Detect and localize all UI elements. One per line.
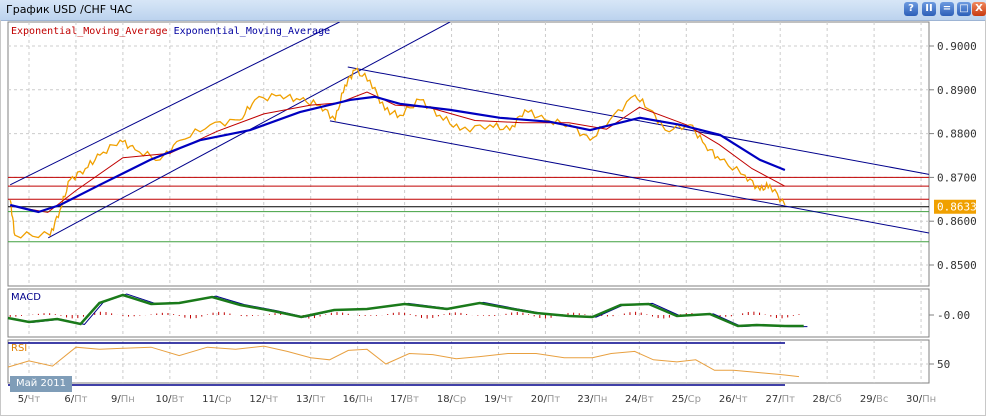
main-panel <box>7 21 930 287</box>
y-tick-label: 0.8500 <box>937 259 977 272</box>
date-label: 25/Ср <box>672 394 701 405</box>
date-label: 27/Пт <box>765 394 795 405</box>
rsi-label: RSI <box>11 343 27 354</box>
date-label: 26/Чт <box>719 394 748 405</box>
current-price-label: 0.8633 <box>937 201 977 214</box>
rsi-tick-label: 50 <box>937 358 950 371</box>
y-tick-label: 0.8600 <box>937 215 977 228</box>
date-label: 5/Чт <box>18 394 41 405</box>
legend: Exponential_Moving_Average Exponential_M… <box>11 26 330 37</box>
month-label: Май 2011 <box>10 376 72 392</box>
date-label: 9/Пн <box>111 394 135 405</box>
date-label: 30/Пн <box>906 394 936 405</box>
legend-ema-blue: Exponential_Moving_Average <box>173 26 331 37</box>
date-label: 29/Вс <box>860 394 888 405</box>
date-label: 10/Вт <box>155 394 184 405</box>
macd-label: MACD <box>11 292 41 303</box>
date-label: 13/Пт <box>296 394 326 405</box>
y-tick-label: 0.8900 <box>937 84 977 97</box>
date-label: 12/Чт <box>249 394 278 405</box>
date-label: 16/Пн <box>343 394 373 405</box>
date-label: 28/Сб <box>813 394 842 405</box>
macd-panel <box>7 288 930 338</box>
date-label: 23/Пн <box>577 394 607 405</box>
date-label: 6/Пт <box>64 394 87 405</box>
chart-canvas[interactable]: 5/Чт 6/Пт 9/Пн 10/Вт 11/Ср 12/Чт 13/Пт 16/Пн 17/… <box>0 0 986 416</box>
date-label: 24/Вт <box>625 394 654 405</box>
y-tick-label: 0.8800 <box>937 128 977 141</box>
rsi-panel <box>7 339 930 384</box>
legend-ema-red: Exponential_Moving_Average <box>11 26 168 37</box>
date-label: 18/Ср <box>437 394 466 405</box>
date-label: 20/Пт <box>531 394 561 405</box>
date-label: 17/Вт <box>390 394 419 405</box>
y-tick-label: 0.9000 <box>937 40 977 53</box>
y-tick-label: 0.8700 <box>937 171 977 184</box>
macd-tick-label: -0.00 <box>937 309 970 322</box>
date-label: 11/Ср <box>202 394 231 405</box>
date-label: 19/Чт <box>484 394 513 405</box>
